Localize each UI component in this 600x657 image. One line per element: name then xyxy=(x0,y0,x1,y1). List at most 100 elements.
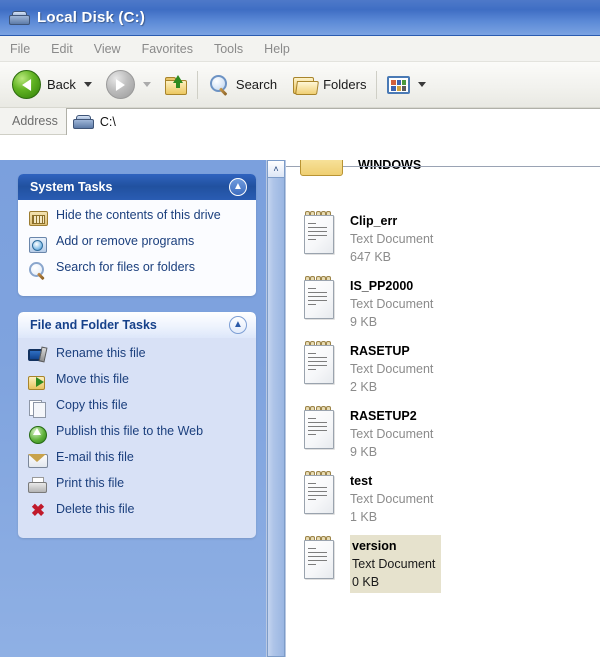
file-size: 2 KB xyxy=(350,380,378,394)
text-document-icon xyxy=(302,470,336,514)
file-name: version xyxy=(352,539,397,553)
task-copy-file-label: Copy this file xyxy=(56,398,128,412)
search-button[interactable]: Search xyxy=(208,74,277,96)
file-type: Text Document xyxy=(350,427,434,441)
task-search-files[interactable]: Search for files or folders xyxy=(28,260,248,281)
file-size: 0 KB xyxy=(352,575,380,589)
file-item-rasetup[interactable]: RASETUP Text Document 2 KB xyxy=(286,340,600,396)
file-name: RASETUP2 xyxy=(350,409,417,423)
forward-arrow-icon xyxy=(105,70,135,99)
folders-button[interactable]: Folders xyxy=(293,75,366,95)
text-document-icon xyxy=(302,535,336,579)
search-button-label: Search xyxy=(235,77,278,92)
file-name: RASETUP xyxy=(350,344,410,358)
text-document-icon xyxy=(302,405,336,449)
panel-system-tasks: System Tasks ▲ Hide the contents of this… xyxy=(18,174,256,296)
toolbar: Back Search Folders xyxy=(0,62,600,108)
menu-item-file[interactable]: File xyxy=(10,42,30,56)
hard-drive-icon xyxy=(72,114,94,129)
text-document-icon xyxy=(302,340,336,384)
rename-icon xyxy=(28,346,48,365)
file-name: IS_PP2000 xyxy=(350,279,414,293)
menu-item-edit[interactable]: Edit xyxy=(51,42,73,56)
menu-item-tools[interactable]: Tools xyxy=(214,42,243,56)
forward-dropdown-caret-icon[interactable] xyxy=(142,82,151,87)
task-copy-file[interactable]: Copy this file xyxy=(28,398,248,418)
views-button[interactable] xyxy=(387,75,427,94)
file-type: Text Document xyxy=(350,362,434,376)
vertical-scrollbar[interactable]: ˄ xyxy=(266,160,286,657)
file-list-pane[interactable]: WINDOWS Clip_err Text Document 647 KB IS… xyxy=(286,160,600,657)
task-delete-file-label: Delete this file xyxy=(56,502,135,516)
menu-item-help[interactable]: Help xyxy=(264,42,290,56)
task-print-file-label: Print this file xyxy=(56,476,125,490)
chevron-up-icon[interactable]: ▲ xyxy=(229,316,247,334)
file-name: Clip_err xyxy=(350,214,398,228)
task-search-files-label: Search for files or folders xyxy=(56,260,195,274)
task-print-file[interactable]: Print this file xyxy=(28,476,248,495)
delete-x-icon: ✖ xyxy=(30,501,46,520)
up-folder-icon xyxy=(164,74,187,95)
move-icon xyxy=(28,373,48,391)
file-size: 9 KB xyxy=(350,315,378,329)
task-hide-contents-label: Hide the contents of this drive xyxy=(56,208,221,222)
toolbar-separator-1 xyxy=(196,70,198,99)
file-item-is-pp2000[interactable]: IS_PP2000 Text Document 9 KB xyxy=(286,275,600,331)
add-remove-programs-icon xyxy=(28,235,48,253)
address-bar: Address C:\ xyxy=(0,107,600,135)
task-rename-file-label: Rename this file xyxy=(56,346,146,360)
content-area: System Tasks ▲ Hide the contents of this… xyxy=(0,160,600,657)
print-icon xyxy=(28,477,48,495)
address-input[interactable]: C:\ xyxy=(65,107,600,135)
forward-button[interactable] xyxy=(105,70,151,99)
task-add-remove-programs[interactable]: Add or remove programs xyxy=(28,234,248,253)
task-delete-file[interactable]: ✖ Delete this file xyxy=(28,502,248,521)
task-move-file[interactable]: Move this file xyxy=(28,372,248,391)
back-button[interactable]: Back xyxy=(12,70,92,99)
task-email-file[interactable]: E-mail this file xyxy=(28,450,248,469)
file-item-rasetup2[interactable]: RASETUP2 Text Document 9 KB xyxy=(286,405,600,461)
file-item-version[interactable]: version Text Document 0 KB xyxy=(286,535,600,593)
file-size: 647 KB xyxy=(350,250,392,264)
window-title: Local Disk (C:) xyxy=(37,9,146,26)
file-type: Text Document xyxy=(352,557,436,571)
file-name: test xyxy=(350,474,373,488)
file-item-clip-err[interactable]: Clip_err Text Document 647 KB xyxy=(286,210,600,266)
views-dropdown-caret-icon[interactable] xyxy=(418,82,427,87)
file-size: 1 KB xyxy=(350,510,378,524)
file-item-test[interactable]: test Text Document 1 KB xyxy=(286,470,600,526)
file-type: Text Document xyxy=(350,297,434,311)
back-button-label: Back xyxy=(47,77,76,92)
menu-item-view[interactable]: View xyxy=(94,42,121,56)
panel-file-folder-tasks: File and Folder Tasks ▲ Rename this file… xyxy=(18,312,256,538)
email-icon xyxy=(28,451,48,469)
panel-file-folder-tasks-header[interactable]: File and Folder Tasks ▲ xyxy=(18,312,256,338)
panel-system-tasks-header[interactable]: System Tasks ▲ xyxy=(18,174,256,200)
folder-icon xyxy=(300,160,344,176)
address-label: Address xyxy=(12,114,58,128)
title-bar: Local Disk (C:) xyxy=(0,0,600,36)
copy-icon xyxy=(28,399,48,418)
menu-item-favorites[interactable]: Favorites xyxy=(142,42,193,56)
panel-file-folder-tasks-title: File and Folder Tasks xyxy=(30,318,157,332)
address-value: C:\ xyxy=(99,114,116,129)
file-size: 9 KB xyxy=(350,445,378,459)
task-add-remove-programs-label: Add or remove programs xyxy=(56,234,195,248)
scroll-up-arrow-icon[interactable]: ˄ xyxy=(267,160,285,178)
folder-icon xyxy=(293,75,320,95)
text-document-icon xyxy=(302,210,336,254)
chevron-up-icon[interactable]: ▲ xyxy=(229,178,247,196)
panel-system-tasks-body: Hide the contents of this drive Add or r… xyxy=(18,200,256,296)
task-sidebar: System Tasks ▲ Hide the contents of this… xyxy=(0,160,266,657)
hard-drive-icon xyxy=(9,10,30,25)
task-rename-file[interactable]: Rename this file xyxy=(28,346,248,365)
task-email-file-label: E-mail this file xyxy=(56,450,134,464)
back-dropdown-caret-icon[interactable] xyxy=(83,82,92,87)
hide-contents-icon xyxy=(28,209,48,227)
scrollbar-thumb[interactable] xyxy=(267,178,285,657)
text-document-icon xyxy=(302,275,336,319)
task-publish-web[interactable]: Publish this file to the Web xyxy=(28,424,248,444)
search-icon xyxy=(28,261,48,281)
up-button[interactable] xyxy=(164,74,187,95)
task-hide-contents[interactable]: Hide the contents of this drive xyxy=(28,208,248,227)
